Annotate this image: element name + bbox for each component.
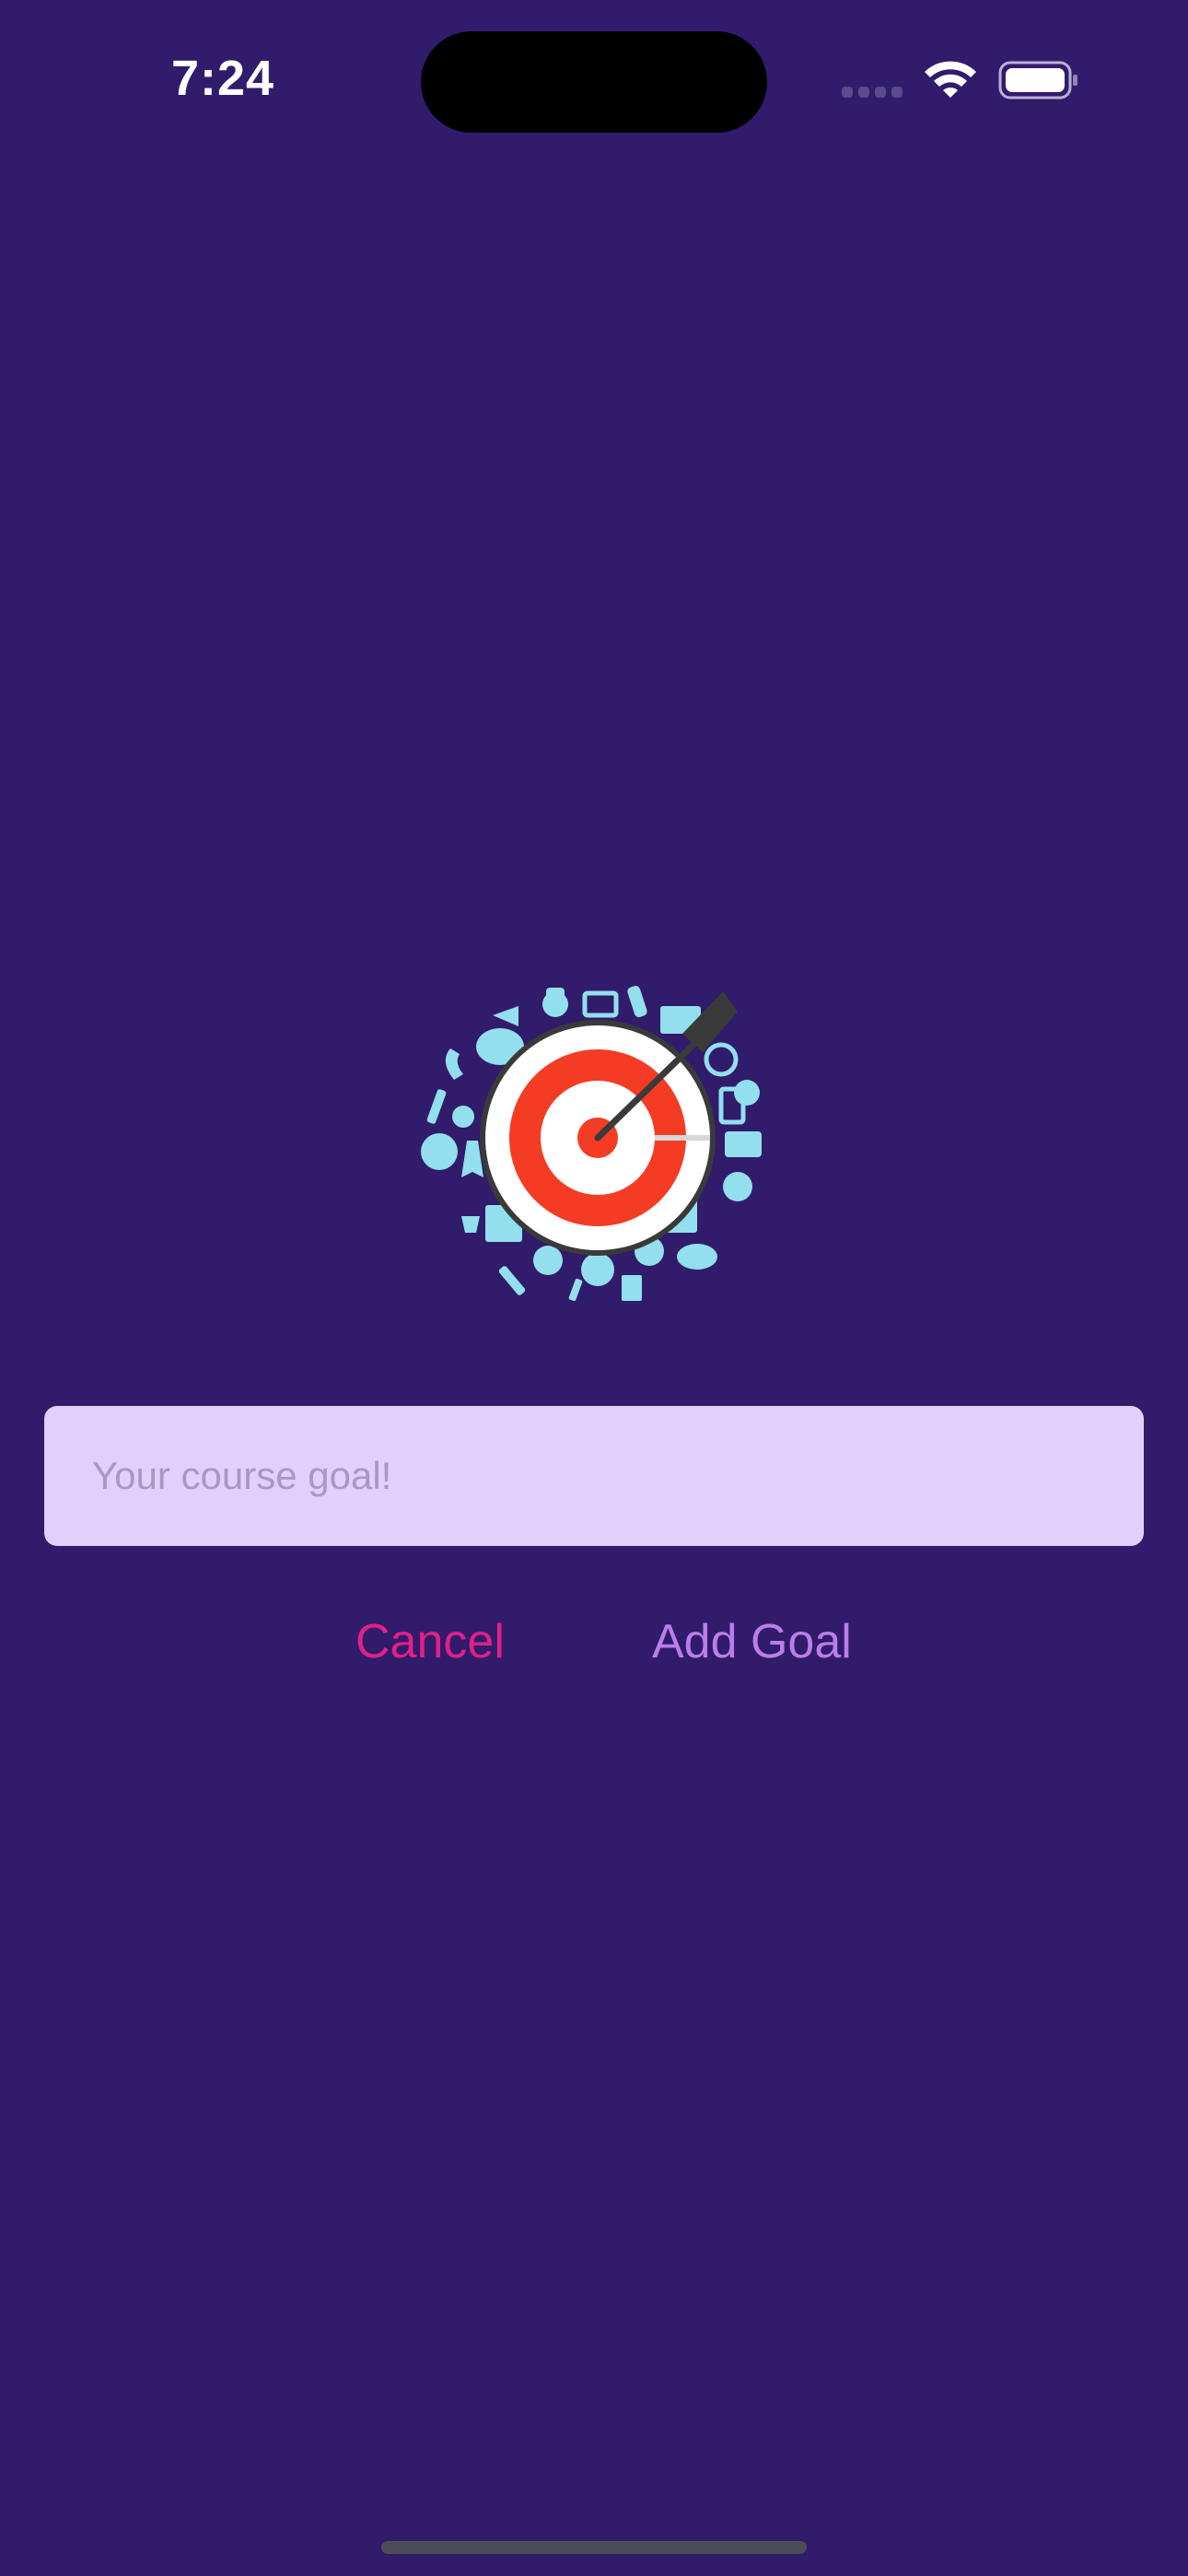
course-goal-input[interactable]: Your course goal! [44,1406,1144,1546]
course-goal-placeholder: Your course goal! [92,1454,392,1497]
battery-icon [998,61,1077,100]
dynamic-island [421,31,767,133]
button-row: Cancel Add Goal [0,1605,1188,1679]
goal-image [419,978,769,1302]
cancel-button[interactable]: Cancel [355,1605,505,1679]
target-with-arrow-icon [421,985,762,1302]
status-bar: 7:24 [0,0,1188,166]
status-time: 7:24 [171,51,275,106]
wifi-icon [925,61,976,98]
cellular-signal-icon [842,87,906,98]
add-goal-button[interactable]: Add Goal [652,1605,852,1679]
home-indicator[interactable] [381,2541,807,2554]
